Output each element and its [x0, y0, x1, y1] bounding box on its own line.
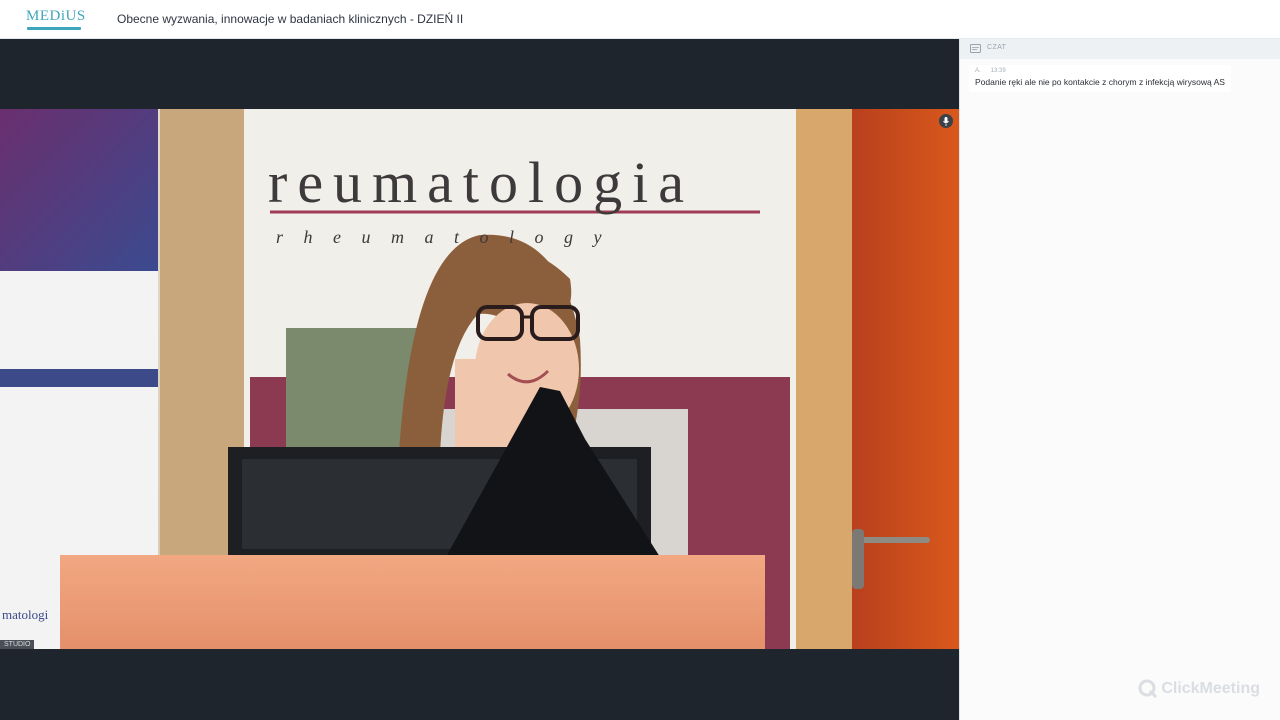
clickmeeting-logo-icon [1138, 679, 1158, 699]
side-banner-text: matologi [2, 607, 49, 622]
clickmeeting-wordmark: ClickMeeting [1161, 680, 1260, 697]
logo-underline [27, 27, 81, 30]
chat-message-meta: A. 13:39 [975, 68, 1225, 77]
medius-logo: MEDiUS [26, 7, 86, 33]
meeting-title: Obecne wyzwania, innowacje w badaniach k… [117, 12, 464, 26]
banner-title: reumatologia [268, 150, 695, 215]
chat-message-author: A. [975, 68, 981, 74]
chat-header[interactable]: CZAT [960, 39, 1280, 59]
chat-message-time: 13:39 [990, 68, 1006, 74]
chat-header-label: CZAT [987, 44, 1007, 51]
studio-label: STUDIO [0, 640, 35, 649]
top-bar: MEDiUS Obecne wyzwania, innowacje w bada… [0, 0, 1280, 39]
chat-icon [970, 44, 981, 53]
chat-message-text: Podanie ręki ale nie po kontakcie z chor… [975, 77, 1225, 87]
microphone-icon[interactable] [939, 114, 953, 128]
video-stage: reumatologia r h e u m a t o l o g y mat… [0, 39, 959, 720]
logo-text: MEDiUS [26, 8, 86, 24]
banner-subtitle: r h e u m a t o l o g y [276, 227, 610, 247]
chat-message: A. 13:39 Podanie ręki ale nie po kontakci… [969, 65, 1231, 92]
clickmeeting-watermark: ClickMeeting [1138, 679, 1260, 699]
presenter-video[interactable]: reumatologia r h e u m a t o l o g y mat… [0, 109, 959, 649]
chat-panel: CZAT A. 13:39 Podanie ręki ale nie po kon… [959, 39, 1280, 720]
